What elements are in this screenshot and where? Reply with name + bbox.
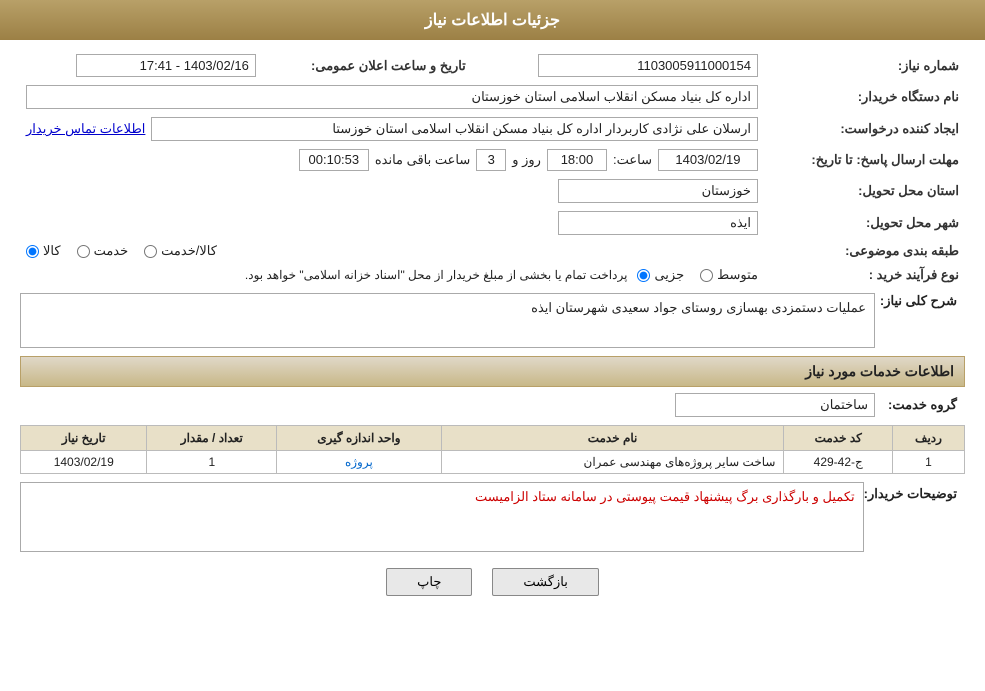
page-title: جزئیات اطلاعات نیاز <box>425 12 560 29</box>
col-code: کد خدمت <box>784 426 893 451</box>
time-label: ساعت: <box>613 152 652 168</box>
deadline-row-inner: 1403/02/19 ساعت: 18:00 روز و 3 ساعت باقی… <box>26 149 758 171</box>
need-desc-box: عملیات دستمزدی بهسازی روستای جواد سعیدی … <box>20 293 875 348</box>
buyer-desc-value: تکمیل و بارگذاری برگ پیشنهاد قیمت پیوستی… <box>475 489 855 504</box>
group-service-row: گروه خدمت: ساختمان <box>20 393 965 417</box>
city-box: ایذه <box>558 211 758 235</box>
services-table: ردیف کد خدمت نام خدمت واحد اندازه گیری ت… <box>20 425 965 474</box>
cell-date: 1403/02/19 <box>21 451 147 474</box>
remaining-label: ساعت باقی مانده <box>375 152 470 168</box>
col-date: تاریخ نیاز <box>21 426 147 451</box>
category-option-kala[interactable]: کالا <box>26 243 61 259</box>
col-name: نام خدمت <box>441 426 784 451</box>
category-label: طبقه بندی موضوعی: <box>764 239 965 263</box>
need-desc-label: شرح کلی نیاز: <box>875 293 965 309</box>
cell-name: ساخت سایر پروژه‌های مهندسی عمران <box>441 451 784 474</box>
buyer-desc-box: تکمیل و بارگذاری برگ پیشنهاد قیمت پیوستی… <box>20 482 864 552</box>
cell-qty: 1 <box>147 451 277 474</box>
creator-link[interactable]: اطلاعات تماس خریدار <box>26 121 145 137</box>
col-unit: واحد اندازه گیری <box>277 426 441 451</box>
buyer-name-value: اداره کل بنیاد مسکن انقلاب اسلامی استان … <box>20 81 764 113</box>
table-row: 1 ج-42-429 ساخت سایر پروژه‌های مهندسی عم… <box>21 451 965 474</box>
need-number-row: شماره نیاز: 1103005911000154 تاریخ و ساع… <box>20 50 965 81</box>
buyer-desc-label: توضیحات خریدار: <box>864 482 965 502</box>
buyer-name-row: نام دستگاه خریدار: اداره کل بنیاد مسکن ا… <box>20 81 965 113</box>
deadline-label: مهلت ارسال پاسخ: تا تاریخ: <box>764 145 965 175</box>
process-option-jozi[interactable]: جزیی <box>637 267 684 283</box>
creator-label: ایجاد کننده درخواست: <box>764 113 965 145</box>
category-option-khadamat[interactable]: خدمت <box>77 243 129 259</box>
announce-date-label: تاریخ و ساعت اعلان عمومی: <box>262 50 472 81</box>
group-service-label: گروه خدمت: <box>875 397 965 413</box>
category-radio-group: کالا/خدمت خدمت کالا <box>26 243 758 259</box>
cell-row: 1 <box>892 451 964 474</box>
print-button[interactable]: چاپ <box>386 568 472 596</box>
province-label: استان محل تحویل: <box>764 175 965 207</box>
category-row: طبقه بندی موضوعی: کالا/خدمت خدمت کالا <box>20 239 965 263</box>
back-button[interactable]: بازگشت <box>492 568 598 596</box>
need-number-value: 1103005911000154 <box>472 50 764 81</box>
services-section-title: اطلاعات خدمات مورد نیاز <box>20 356 965 387</box>
process-radio-group: متوسط جزیی <box>637 267 758 283</box>
send-date-box: 1403/02/19 <box>658 149 758 171</box>
province-box: خوزستان <box>558 179 758 203</box>
main-content: شماره نیاز: 1103005911000154 تاریخ و ساع… <box>0 40 985 616</box>
category-option-kala-khadamat[interactable]: کالا/خدمت <box>144 243 217 259</box>
need-desc-section: شرح کلی نیاز: عملیات دستمزدی بهسازی روست… <box>20 293 965 348</box>
days-label: روز و <box>512 152 541 168</box>
need-desc-value: عملیات دستمزدی بهسازی روستای جواد سعیدی … <box>531 300 866 315</box>
process-value: متوسط جزیی پرداخت تمام یا بخشی از مبلغ خ… <box>20 263 764 287</box>
cell-unit: پروژه <box>277 451 441 474</box>
page-wrapper: جزئیات اطلاعات نیاز شماره نیاز: 11030059… <box>0 0 985 691</box>
city-label: شهر محل تحویل: <box>764 207 965 239</box>
city-row: شهر محل تحویل: ایذه <box>20 207 965 239</box>
province-value: خوزستان <box>20 175 764 207</box>
process-note: پرداخت تمام یا بخشی از مبلغ خریدار از مح… <box>245 268 628 282</box>
creator-row: ایجاد کننده درخواست: ارسلان علی نژادی کا… <box>20 113 965 145</box>
process-row: نوع فرآیند خرید : متوسط جزیی <box>20 263 965 287</box>
buyer-desc-row: توضیحات خریدار: تکمیل و بارگذاری برگ پیش… <box>20 482 965 552</box>
province-row: استان محل تحویل: خوزستان <box>20 175 965 207</box>
info-table: شماره نیاز: 1103005911000154 تاریخ و ساع… <box>20 50 965 287</box>
buttons-row: بازگشت چاپ <box>20 568 965 596</box>
cell-code: ج-42-429 <box>784 451 893 474</box>
page-header: جزئیات اطلاعات نیاز <box>0 0 985 40</box>
deadline-row: مهلت ارسال پاسخ: تا تاریخ: 1403/02/19 سا… <box>20 145 965 175</box>
announce-date-box: 1403/02/16 - 17:41 <box>76 54 256 77</box>
need-number-label: شماره نیاز: <box>764 50 965 81</box>
category-value: کالا/خدمت خدمت کالا <box>20 239 764 263</box>
creator-value: ارسلان علی نژادی کاربردار اداره کل بنیاد… <box>20 113 764 145</box>
days-box: 3 <box>476 149 506 171</box>
deadline-value: 1403/02/19 ساعت: 18:00 روز و 3 ساعت باقی… <box>20 145 764 175</box>
group-service-value: ساختمان <box>820 397 868 412</box>
process-option-motavasset[interactable]: متوسط <box>700 267 758 283</box>
process-label: نوع فرآیند خرید : <box>764 263 965 287</box>
buyer-name-label: نام دستگاه خریدار: <box>764 81 965 113</box>
announce-date-value: 1403/02/16 - 17:41 <box>20 50 262 81</box>
col-qty: تعداد / مقدار <box>147 426 277 451</box>
group-service-box: ساختمان <box>675 393 875 417</box>
city-value: ایذه <box>20 207 764 239</box>
services-table-body: 1 ج-42-429 ساخت سایر پروژه‌های مهندسی عم… <box>21 451 965 474</box>
need-number-box: 1103005911000154 <box>538 54 758 77</box>
creator-box: ارسلان علی نژادی کاربردار اداره کل بنیاد… <box>151 117 758 141</box>
remaining-box: 00:10:53 <box>299 149 369 171</box>
send-time-box: 18:00 <box>547 149 607 171</box>
buyer-name-box: اداره کل بنیاد مسکن انقلاب اسلامی استان … <box>26 85 758 109</box>
services-table-head: ردیف کد خدمت نام خدمت واحد اندازه گیری ت… <box>21 426 965 451</box>
col-row: ردیف <box>892 426 964 451</box>
services-header-row: ردیف کد خدمت نام خدمت واحد اندازه گیری ت… <box>21 426 965 451</box>
